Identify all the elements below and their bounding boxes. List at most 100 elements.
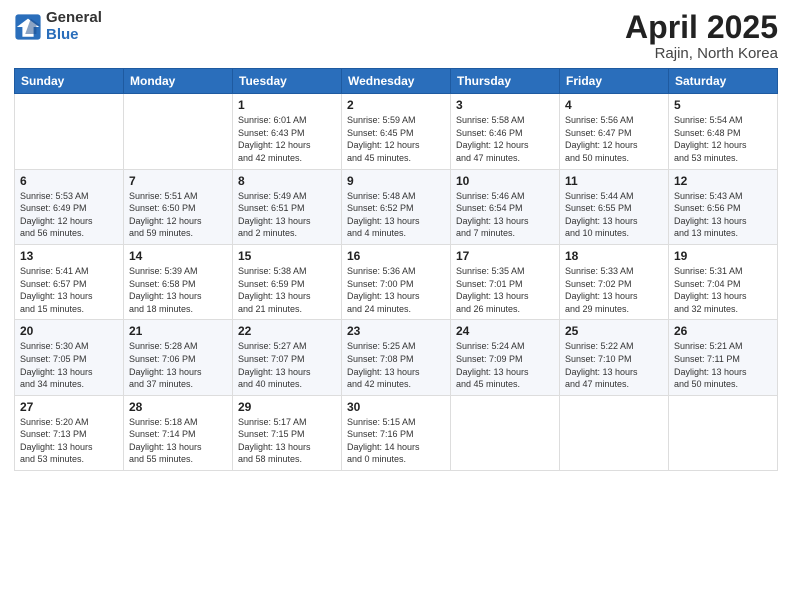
cell-info: Sunrise: 5:22 AM Sunset: 7:10 PM Dayligh…: [565, 340, 663, 390]
day-number: 2: [347, 98, 445, 112]
calendar-cell: 1 Sunrise: 6:01 AM Sunset: 6:43 PM Daylig…: [233, 94, 342, 169]
day-number: 26: [674, 324, 772, 338]
cell-info: Sunrise: 5:53 AM Sunset: 6:49 PM Dayligh…: [20, 190, 118, 240]
col-tuesday: Tuesday: [233, 69, 342, 94]
day-number: 28: [129, 400, 227, 414]
cell-info: Sunrise: 5:35 AM Sunset: 7:01 PM Dayligh…: [456, 265, 554, 315]
cell-info: Sunrise: 5:39 AM Sunset: 6:58 PM Dayligh…: [129, 265, 227, 315]
cell-info: Sunrise: 5:15 AM Sunset: 7:16 PM Dayligh…: [347, 416, 445, 466]
calendar-week-0: 1 Sunrise: 6:01 AM Sunset: 6:43 PM Daylig…: [15, 94, 778, 169]
cell-info: Sunrise: 5:43 AM Sunset: 6:56 PM Dayligh…: [674, 190, 772, 240]
calendar-cell: 17 Sunrise: 5:35 AM Sunset: 7:01 PM Dayli…: [451, 244, 560, 319]
col-saturday: Saturday: [669, 69, 778, 94]
calendar-cell: 16 Sunrise: 5:36 AM Sunset: 7:00 PM Dayli…: [342, 244, 451, 319]
col-sunday: Sunday: [15, 69, 124, 94]
cell-info: Sunrise: 5:31 AM Sunset: 7:04 PM Dayligh…: [674, 265, 772, 315]
cell-info: Sunrise: 5:48 AM Sunset: 6:52 PM Dayligh…: [347, 190, 445, 240]
calendar-week-2: 13 Sunrise: 5:41 AM Sunset: 6:57 PM Dayli…: [15, 244, 778, 319]
day-number: 11: [565, 174, 663, 188]
day-number: 14: [129, 249, 227, 263]
cell-info: Sunrise: 5:56 AM Sunset: 6:47 PM Dayligh…: [565, 114, 663, 164]
day-number: 13: [20, 249, 118, 263]
calendar-cell: 27Sunrise: 5:20 AM Sunset: 7:13 PM Dayli…: [15, 395, 124, 470]
day-number: 23: [347, 324, 445, 338]
logo: General Blue: [14, 10, 102, 43]
day-number: 8: [238, 174, 336, 188]
day-number: 30: [347, 400, 445, 414]
logo-text: General Blue: [46, 10, 102, 43]
day-number: 19: [674, 249, 772, 263]
calendar-cell: 26 Sunrise: 5:21 AM Sunset: 7:11 PM Dayli…: [669, 320, 778, 395]
month-title: April 2025: [625, 10, 778, 45]
day-number: 24: [456, 324, 554, 338]
calendar-cell: 15Sunrise: 5:38 AM Sunset: 6:59 PM Dayli…: [233, 244, 342, 319]
calendar-cell: 10 Sunrise: 5:46 AM Sunset: 6:54 PM Dayli…: [451, 169, 560, 244]
calendar-cell: 24 Sunrise: 5:24 AM Sunset: 7:09 PM Dayli…: [451, 320, 560, 395]
col-monday: Monday: [124, 69, 233, 94]
calendar-cell: 2 Sunrise: 5:59 AM Sunset: 6:45 PM Daylig…: [342, 94, 451, 169]
day-number: 12: [674, 174, 772, 188]
day-number: 5: [674, 98, 772, 112]
day-number: 7: [129, 174, 227, 188]
calendar-cell: 4 Sunrise: 5:56 AM Sunset: 6:47 PM Daylig…: [560, 94, 669, 169]
cell-info: Sunrise: 5:38 AM Sunset: 6:59 PM Dayligh…: [238, 265, 336, 315]
calendar-cell: 8 Sunrise: 5:49 AM Sunset: 6:51 PM Daylig…: [233, 169, 342, 244]
calendar-cell: 22 Sunrise: 5:27 AM Sunset: 7:07 PM Dayli…: [233, 320, 342, 395]
cell-info: Sunrise: 5:49 AM Sunset: 6:51 PM Dayligh…: [238, 190, 336, 240]
cell-info: Sunrise: 5:36 AM Sunset: 7:00 PM Dayligh…: [347, 265, 445, 315]
day-number: 20: [20, 324, 118, 338]
calendar-cell: [124, 94, 233, 169]
day-number: 22: [238, 324, 336, 338]
day-number: 9: [347, 174, 445, 188]
calendar-cell: 12 Sunrise: 5:43 AM Sunset: 6:56 PM Dayli…: [669, 169, 778, 244]
calendar-week-1: 6 Sunrise: 5:53 AM Sunset: 6:49 PM Daylig…: [15, 169, 778, 244]
cell-info: Sunrise: 5:59 AM Sunset: 6:45 PM Dayligh…: [347, 114, 445, 164]
cell-info: Sunrise: 5:41 AM Sunset: 6:57 PM Dayligh…: [20, 265, 118, 315]
day-number: 29: [238, 400, 336, 414]
day-number: 4: [565, 98, 663, 112]
calendar-cell: 19 Sunrise: 5:31 AM Sunset: 7:04 PM Dayli…: [669, 244, 778, 319]
calendar-cell: [669, 395, 778, 470]
day-number: 6: [20, 174, 118, 188]
calendar-cell: 7Sunrise: 5:51 AM Sunset: 6:50 PM Daylig…: [124, 169, 233, 244]
cell-info: Sunrise: 5:46 AM Sunset: 6:54 PM Dayligh…: [456, 190, 554, 240]
calendar-cell: 28Sunrise: 5:18 AM Sunset: 7:14 PM Dayli…: [124, 395, 233, 470]
cell-info: Sunrise: 5:30 AM Sunset: 7:05 PM Dayligh…: [20, 340, 118, 390]
cell-info: Sunrise: 5:25 AM Sunset: 7:08 PM Dayligh…: [347, 340, 445, 390]
cell-info: Sunrise: 5:20 AM Sunset: 7:13 PM Dayligh…: [20, 416, 118, 466]
calendar-cell: [15, 94, 124, 169]
calendar-cell: 5 Sunrise: 5:54 AM Sunset: 6:48 PM Daylig…: [669, 94, 778, 169]
calendar-cell: 21Sunrise: 5:28 AM Sunset: 7:06 PM Dayli…: [124, 320, 233, 395]
col-wednesday: Wednesday: [342, 69, 451, 94]
calendar-cell: 30 Sunrise: 5:15 AM Sunset: 7:16 PM Dayli…: [342, 395, 451, 470]
day-number: 16: [347, 249, 445, 263]
day-number: 17: [456, 249, 554, 263]
calendar-cell: 3Sunrise: 5:58 AM Sunset: 6:46 PM Daylig…: [451, 94, 560, 169]
calendar-cell: [451, 395, 560, 470]
page-container: General Blue April 2025 Rajin, North Kor…: [0, 0, 792, 481]
col-thursday: Thursday: [451, 69, 560, 94]
title-block: April 2025 Rajin, North Korea: [625, 10, 778, 62]
logo-blue: Blue: [46, 27, 102, 44]
calendar-cell: 18Sunrise: 5:33 AM Sunset: 7:02 PM Dayli…: [560, 244, 669, 319]
cell-info: Sunrise: 5:17 AM Sunset: 7:15 PM Dayligh…: [238, 416, 336, 466]
cell-info: Sunrise: 5:21 AM Sunset: 7:11 PM Dayligh…: [674, 340, 772, 390]
cell-info: Sunrise: 5:24 AM Sunset: 7:09 PM Dayligh…: [456, 340, 554, 390]
calendar-week-3: 20 Sunrise: 5:30 AM Sunset: 7:05 PM Dayli…: [15, 320, 778, 395]
cell-info: Sunrise: 5:28 AM Sunset: 7:06 PM Dayligh…: [129, 340, 227, 390]
calendar-cell: 9 Sunrise: 5:48 AM Sunset: 6:52 PM Daylig…: [342, 169, 451, 244]
day-number: 3: [456, 98, 554, 112]
calendar-cell: 29 Sunrise: 5:17 AM Sunset: 7:15 PM Dayli…: [233, 395, 342, 470]
calendar-table: Sunday Monday Tuesday Wednesday Thursday…: [14, 68, 778, 471]
day-number: 1: [238, 98, 336, 112]
day-number: 10: [456, 174, 554, 188]
cell-info: Sunrise: 5:27 AM Sunset: 7:07 PM Dayligh…: [238, 340, 336, 390]
calendar-cell: [560, 395, 669, 470]
cell-info: Sunrise: 6:01 AM Sunset: 6:43 PM Dayligh…: [238, 114, 336, 164]
col-friday: Friday: [560, 69, 669, 94]
calendar-week-4: 27Sunrise: 5:20 AM Sunset: 7:13 PM Dayli…: [15, 395, 778, 470]
location-title: Rajin, North Korea: [625, 45, 778, 62]
logo-icon: [14, 13, 42, 41]
calendar-cell: 14 Sunrise: 5:39 AM Sunset: 6:58 PM Dayli…: [124, 244, 233, 319]
cell-info: Sunrise: 5:54 AM Sunset: 6:48 PM Dayligh…: [674, 114, 772, 164]
